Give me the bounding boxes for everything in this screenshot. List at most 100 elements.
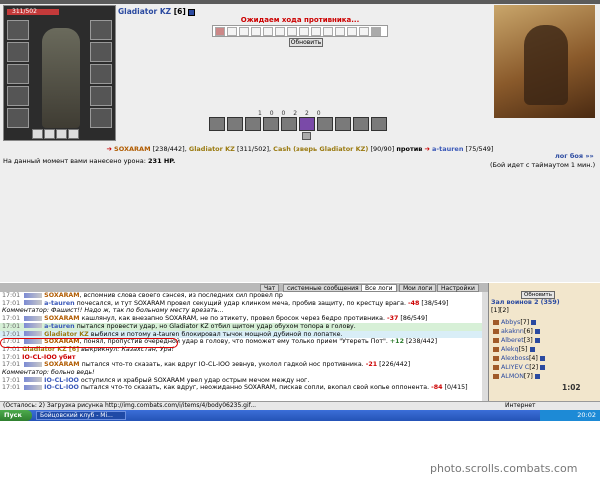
fighter-d-name[interactable]: a-tauren [432, 145, 463, 153]
user-badge-icon [24, 377, 43, 383]
chat-line: 17:01 IO-CL-IOO пытался что-то сказать, … [2, 384, 468, 392]
skill-icon[interactable] [227, 117, 243, 131]
user-badge-icon [24, 315, 43, 321]
strike-cell[interactable] [275, 27, 285, 36]
user-item[interactable]: akaknn[6] [493, 328, 540, 336]
tab-chat[interactable]: Чат [260, 284, 280, 292]
strike-selection-bar[interactable] [212, 25, 388, 37]
user-item[interactable]: Abbys[7] [493, 319, 537, 327]
start-button[interactable]: Пуск [0, 410, 32, 421]
damage-summary: На данный момент вами нанесено урона: 23… [3, 157, 175, 165]
user-item[interactable]: Alexboss[4] [493, 355, 545, 363]
users-header: Зал воинов 2 (359) [491, 299, 560, 306]
tab-all-logs[interactable]: Все логи [361, 284, 397, 292]
user-icon [493, 373, 499, 379]
skill-icon[interactable] [209, 117, 225, 131]
chat-line: 17:01 SOXARAM кашлянул, как внезапно SOX… [2, 315, 428, 323]
small-slot[interactable] [32, 129, 43, 139]
item-slot-weapon[interactable] [7, 64, 29, 84]
counter-dodge: 2 [293, 110, 298, 117]
counter-counter: 0 [316, 110, 321, 117]
user-icon [493, 346, 499, 352]
small-slot[interactable] [44, 129, 55, 139]
character-figure [42, 28, 80, 128]
item-slot-amulet[interactable] [7, 42, 29, 62]
strike-cell[interactable] [347, 27, 357, 36]
strike-cell[interactable] [227, 27, 237, 36]
skills-bar [209, 117, 403, 132]
user-icon [493, 328, 499, 334]
strike-cell[interactable] [251, 27, 261, 36]
item-slot-boots[interactable] [90, 108, 112, 128]
skill-icon[interactable] [263, 117, 279, 131]
strike-cell-end[interactable] [371, 27, 381, 36]
strike-cell[interactable] [311, 27, 321, 36]
small-slot[interactable] [56, 129, 67, 139]
strike-cell[interactable] [287, 27, 297, 36]
user-icon [493, 355, 499, 361]
info-icon[interactable] [540, 364, 546, 370]
chat-line: Комментатор: Фашист!! Надо ж, так по бол… [2, 307, 224, 315]
highlight-circle [0, 338, 178, 348]
user-badge-icon [24, 384, 43, 390]
info-icon[interactable] [534, 337, 540, 343]
strike-cell[interactable] [299, 27, 309, 36]
info-icon[interactable] [529, 346, 535, 352]
users-pages[interactable]: [1][2] [491, 307, 509, 314]
info-icon[interactable] [539, 355, 545, 361]
item-slot-armor[interactable] [7, 86, 29, 106]
skill-icon[interactable] [317, 117, 333, 131]
fighter-b-hp: [311/502] [236, 145, 270, 153]
fighter-b-name[interactable]: Gladiator KZ [189, 145, 235, 153]
item-slot-gloves[interactable] [90, 42, 112, 62]
strike-cell[interactable] [335, 27, 345, 36]
opponent-name-text[interactable]: Gladiator KZ [118, 7, 171, 16]
item-slot-legs[interactable] [90, 86, 112, 106]
user-item[interactable]: Alekq[5] [493, 346, 535, 354]
info-icon[interactable] [534, 328, 540, 334]
skill-icon[interactable] [281, 117, 297, 131]
arrow-icon: ➔ [106, 145, 112, 153]
strike-cell[interactable] [239, 27, 249, 36]
watermark-text: photo.scrolls.combats.com [430, 462, 578, 475]
tab-my-logs[interactable]: Мои логи [399, 284, 437, 292]
skill-toggle-icon[interactable] [302, 132, 311, 140]
item-slot-belt[interactable] [7, 108, 29, 128]
info-icon[interactable] [188, 8, 196, 16]
internet-zone: Интернет [505, 402, 536, 409]
player-avatar-panel: 311/502 [3, 5, 116, 141]
skill-icon[interactable] [371, 117, 387, 131]
skill-icon[interactable] [299, 117, 315, 131]
status-text: (Осталось: 2) Загрузка рисунка http://im… [3, 402, 257, 409]
user-badge-icon [24, 323, 43, 329]
taskbar-window-item[interactable]: Бойцовский клуб - Mi... [36, 411, 126, 420]
refresh-button[interactable]: Обновить [289, 38, 323, 47]
opponent-name[interactable]: Gladiator KZ [6] [118, 7, 196, 16]
skill-icon[interactable] [335, 117, 351, 131]
fighter-c-name[interactable]: Cash (зверь Gladiator KZ) [273, 145, 368, 153]
skill-icon[interactable] [245, 117, 261, 131]
small-slot[interactable] [68, 129, 79, 139]
strike-cell-active[interactable] [215, 27, 225, 36]
users-refresh-button[interactable]: Обновить [521, 291, 555, 299]
strike-cell[interactable] [263, 27, 273, 36]
counter-hit: 1 [258, 110, 262, 117]
fighter-a-name[interactable]: SOXARAM [114, 145, 151, 153]
chat-line: 17:01 a-tauren пытался провести удар, но… [0, 322, 488, 331]
user-badge-icon [24, 300, 43, 306]
user-icon [493, 337, 499, 343]
counter-parry: 2 [305, 110, 309, 117]
item-slot-shield[interactable] [90, 64, 112, 84]
user-item[interactable]: ALMON[7] [493, 373, 540, 381]
strike-cell[interactable] [359, 27, 369, 36]
system-tray-clock: 20:02 [540, 410, 600, 421]
info-icon[interactable] [534, 373, 540, 379]
info-icon[interactable] [531, 319, 537, 325]
tab-system[interactable]: системные сообщения [283, 284, 363, 292]
tab-settings[interactable]: Настройки [437, 284, 479, 292]
strike-cell[interactable] [323, 27, 333, 36]
user-item[interactable]: ALIYEV C[2] [493, 364, 546, 372]
skill-icon[interactable] [353, 117, 369, 131]
user-item[interactable]: Alberet[3] [493, 337, 540, 345]
battle-log-link[interactable]: лог боя »» [555, 152, 594, 160]
